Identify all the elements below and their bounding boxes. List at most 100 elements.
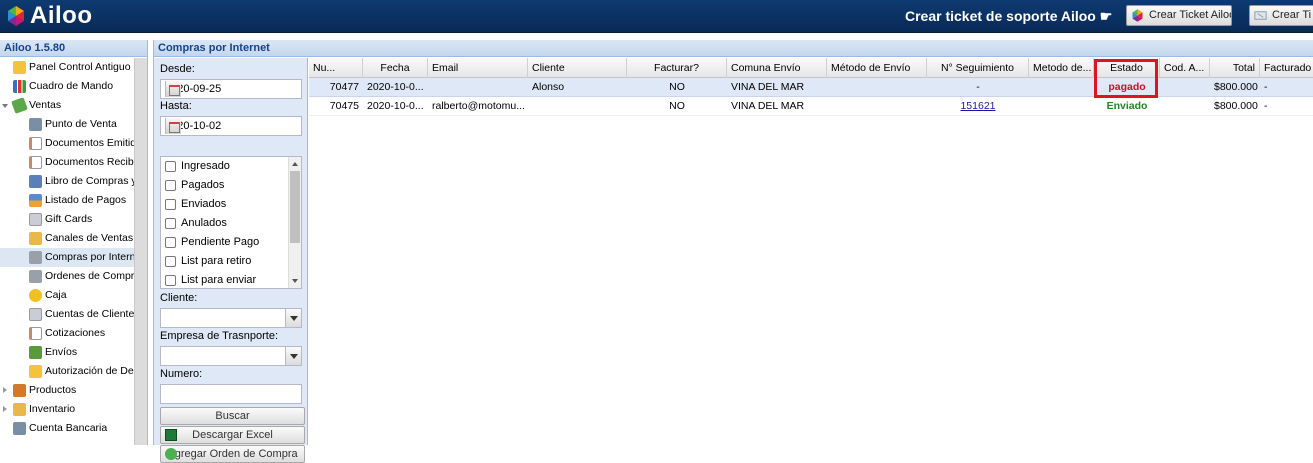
nav-item-libro-compras-ventas[interactable]: Libro de Compras y Ventas [0,172,134,191]
agregar-orden-button[interactable]: Agregar Orden de Compra [160,445,305,463]
cell-numero: 70475 [329,100,359,112]
column-header-numero[interactable]: Nu... [309,58,363,78]
nav-item-cuadro-de-mando[interactable]: Cuadro de Mando [0,77,134,96]
nav-item-compras-por-internet[interactable]: Compras por Internet [0,248,134,267]
empresa-transporte-select[interactable] [160,346,302,366]
checkbox-icon[interactable] [165,237,176,248]
nav-item-label: Ventas [29,99,62,111]
cliente-select[interactable] [160,308,302,328]
nav-item-inventario[interactable]: Inventario [0,400,134,419]
nav-item-productos[interactable]: Productos [0,381,134,400]
checkbox-label: Anulados [181,217,227,229]
checkbox-icon[interactable] [165,275,176,286]
checkbox-pendiente-pago[interactable]: Pendiente Pago [161,233,301,252]
checkbox-icon[interactable] [165,180,176,191]
column-header-fecha[interactable]: Fecha [363,58,428,78]
column-header-facturado[interactable]: Facturado [1260,58,1313,78]
checkbox-ingresado[interactable]: Ingresado [161,157,301,176]
calendar-icon[interactable] [165,81,181,97]
nav-item-label: Documentos Recibidos [45,156,134,168]
expand-arrow-icon[interactable] [3,406,7,412]
column-header-metodo-pago[interactable]: Metodo de... [1029,58,1094,78]
nav-item-cuentas-de-clientes[interactable]: Cuentas de Clientes [0,305,134,324]
table-row[interactable]: 70477 2020-10-0... Alonso NO VINA DEL MA… [309,78,1313,97]
nav-item-label: Ordenes de Compra [45,270,134,282]
buscar-button[interactable]: Buscar [160,407,305,425]
expand-arrow-icon[interactable] [3,387,7,393]
nav-item-label: Cuadro de Mando [29,80,114,92]
column-header-cliente[interactable]: Cliente [528,58,627,78]
checkbox-icon[interactable] [165,161,176,172]
nav-item-label: Envíos [45,346,78,358]
chevron-down-icon[interactable] [285,347,301,365]
nav-item-cotizaciones[interactable]: Cotizaciones [0,324,134,343]
hasta-date-field[interactable]: 2020-10-02 [160,116,302,136]
nav-item-documentos-recibidos[interactable]: Documentos Recibidos [0,153,134,172]
nav-item-listado-de-pagos[interactable]: Listado de Pagos [0,191,134,210]
column-header-total[interactable]: Total [1210,58,1260,78]
nav-item-label: Cuentas de Clientes [45,308,134,320]
expand-arrow-icon[interactable] [2,104,8,108]
top-bar: Ailoo Crear ticket de soporte Ailoo ☛ Cr… [0,0,1313,33]
table-row[interactable]: 70475 2020-10-0... ralberto@motomu... NO… [309,97,1313,116]
checkbox-anulados[interactable]: Anulados [161,214,301,233]
checkbox-list-para-enviar[interactable]: List para enviar [161,271,301,288]
cell-email [428,78,528,97]
column-header-metodo-envio[interactable]: Método de Envío [827,58,927,78]
tracking-link[interactable]: 151621 [960,100,995,112]
numero-input[interactable] [160,384,302,404]
scroll-up-icon[interactable] [292,162,298,166]
nav-item-panel-control-antiguo[interactable]: Panel Control Antiguo [0,58,134,77]
cell-metodo-pago [1029,78,1094,97]
create-ticket-label: Crear Ticket Ailoo [1149,9,1232,21]
descargar-excel-button[interactable]: Descargar Excel [160,426,305,444]
checkbox-pagados[interactable]: Pagados [161,176,301,195]
create-ticket-button[interactable]: Crear Ticket Ailoo [1126,5,1232,26]
checkbox-list-para-retiro[interactable]: List para retiro [161,252,301,271]
cell-email: ralberto@motomu... [432,100,525,112]
desde-label: Desde: [160,63,195,75]
nav-item-label: Autorización de Descuentos [45,365,134,377]
nav-item-ventas[interactable]: Ventas [0,96,134,115]
nav-item-caja[interactable]: Caja [0,286,134,305]
nav-item-label: Compras por Internet [45,251,134,263]
column-header-comuna[interactable]: Comuna Envío [727,58,827,78]
nav-tree: Panel Control Antiguo Cuadro de Mando Ve… [0,58,134,445]
scroll-thumb[interactable] [290,171,300,243]
checkbox-icon[interactable] [165,256,176,267]
nav-item-canales-de-ventas[interactable]: Canales de Ventas [0,229,134,248]
nav-item-documentos-emitidos[interactable]: Documentos Emitidos [0,134,134,153]
nav-scrollbar[interactable] [134,58,147,445]
left-navigation-panel: Ailoo 1.5.80 Panel Control Antiguo Cuadr… [0,40,148,445]
document-icon [29,137,42,150]
cash-register-icon [29,118,42,131]
column-header-seguimiento[interactable]: N° Seguimiento [927,58,1029,78]
checkbox-label: Pendiente Pago [181,236,260,248]
create-ticket-button-2[interactable]: Crear Ti [1249,5,1313,26]
checkbox-list-scrollbar[interactable] [288,157,301,288]
cell-fecha: 2020-10-0... [367,100,424,112]
cell-comuna: VINA DEL MAR [731,81,805,93]
column-header-email[interactable]: Email [428,58,528,78]
column-header-facturar[interactable]: Facturar? [627,58,727,78]
checkbox-label: List para enviar [181,274,257,286]
nav-item-label: Libro de Compras y Ventas [45,175,134,187]
nav-item-envios[interactable]: Envíos [0,343,134,362]
nav-item-label: Productos [29,384,77,396]
nav-item-punto-de-venta[interactable]: Punto de Venta [0,115,134,134]
column-header-cod[interactable]: Cod. A... [1160,58,1210,78]
desde-date-field[interactable]: 2020-09-25 [160,79,302,99]
checkbox-enviados[interactable]: Enviados [161,195,301,214]
nav-item-autorizacion-descuentos[interactable]: Autorización de Descuentos [0,362,134,381]
nav-item-cuenta-bancaria[interactable]: Cuenta Bancaria [0,419,134,438]
nav-item-gift-cards[interactable]: Gift Cards [0,210,134,229]
cell-seguimiento: 151621 [927,97,1029,116]
buscar-label: Buscar [215,410,250,422]
checkbox-icon[interactable] [165,218,176,229]
chevron-down-icon[interactable] [285,309,301,327]
agregar-label: Agregar Orden de Compra [167,448,298,460]
calendar-icon[interactable] [165,118,181,134]
checkbox-icon[interactable] [165,199,176,210]
nav-item-ordenes-de-compra[interactable]: Ordenes de Compra [0,267,134,286]
scroll-down-icon[interactable] [292,279,298,283]
